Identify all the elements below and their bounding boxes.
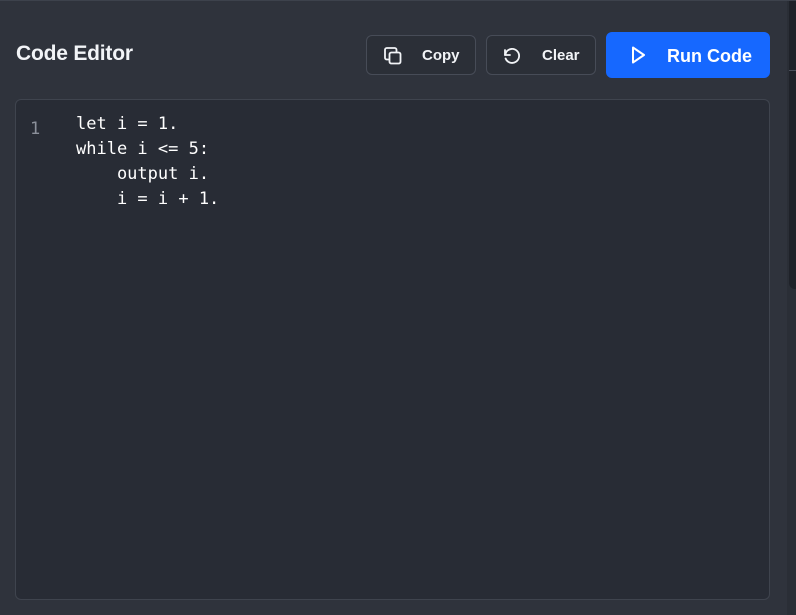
editor-header: Code Editor Copy Clear Run Code	[0, 1, 787, 97]
run-code-button-label: Run Code	[667, 46, 752, 66]
side-panel-card	[789, 1, 796, 289]
code-editor[interactable]: 1 let i = 1. while i <= 5: output i. i =…	[15, 99, 770, 600]
line-number-gutter: 1	[16, 100, 66, 599]
copy-button[interactable]: Copy	[366, 35, 476, 75]
play-icon	[627, 44, 649, 66]
run-code-button[interactable]: Run Code	[606, 32, 770, 78]
clear-button[interactable]: Clear	[486, 35, 596, 75]
side-panel-divider	[789, 70, 796, 71]
copy-button-label: Copy	[422, 47, 460, 64]
clear-button-label: Clear	[542, 47, 580, 64]
code-content[interactable]: let i = 1. while i <= 5: output i. i = i…	[76, 112, 219, 212]
rotate-ccw-icon	[501, 45, 523, 67]
app-window: Code Editor Copy Clear Run Code 1 let i …	[0, 0, 796, 615]
line-number: 1	[30, 119, 41, 139]
copy-icon	[382, 45, 404, 67]
page-title: Code Editor	[16, 42, 133, 65]
